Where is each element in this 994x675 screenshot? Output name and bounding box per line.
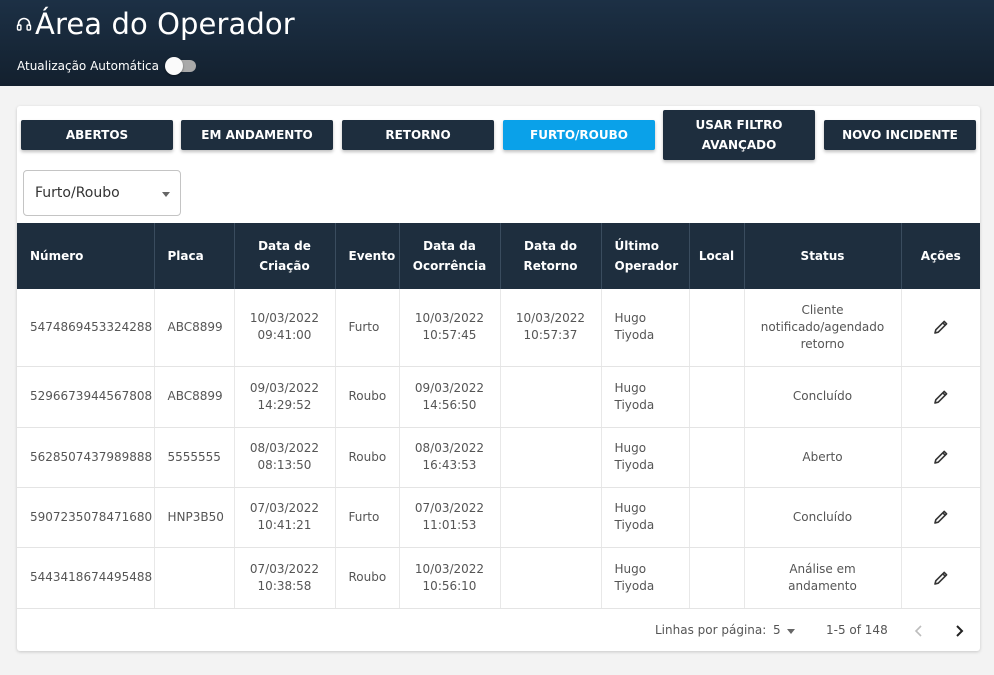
column-header-evento[interactable]: Evento [335, 223, 400, 289]
auto-update-control: Atualização Automática [17, 56, 197, 76]
cell-hora-criacao: 10:38:58 [257, 578, 312, 593]
pencil-icon [933, 320, 948, 335]
column-header-data-retorno[interactable]: Data do Retorno [500, 223, 602, 289]
chevron-right-icon[interactable] [950, 622, 968, 640]
filter-button-abertos[interactable]: ABERTOS [21, 120, 173, 150]
cell-status: Concluído [792, 389, 853, 403]
cell-data-retorno: 10/03/2022 [515, 311, 586, 326]
cell-evento: Roubo [348, 449, 387, 464]
edit-button[interactable] [932, 510, 950, 524]
column-header-data-ocorrencia[interactable]: Data da Ocorrência [399, 223, 501, 289]
filter-button-em-andamento[interactable]: EM ANDAMENTO [181, 120, 333, 150]
cell-operador: Hugo Tiyoda [614, 501, 655, 532]
dropdown-arrow-icon[interactable] [787, 629, 795, 634]
cell-numero: 5443418674495488 [30, 570, 153, 584]
page-title: Área do Operador [35, 7, 295, 41]
edit-button[interactable] [932, 570, 950, 585]
chevron-left-icon[interactable] [910, 622, 928, 640]
cell-hora-ocorrencia: 10:57:45 [422, 328, 477, 343]
column-header-data-criacao[interactable]: Data de Criação [234, 223, 336, 289]
cell-placa: 5555555 [167, 449, 221, 464]
cell-hora-retorno: 10:57:37 [523, 328, 578, 343]
cell-data-criacao: 07/03/2022 [249, 501, 320, 515]
cell-evento: Furto [348, 509, 380, 524]
filter-button-furto-roubo[interactable]: FURTO/ROUBO [503, 120, 655, 150]
cell-data-ocorrencia: 08/03/2022 [414, 441, 485, 455]
cell-data-ocorrencia: 10/03/2022 [414, 311, 485, 326]
cell-numero: 5628507437989888 [30, 449, 153, 464]
cell-data-criacao: 07/03/2022 [249, 561, 320, 576]
cell-hora-ocorrencia: 10:56:10 [422, 578, 477, 593]
cell-hora-criacao: 10:41:21 [257, 518, 312, 532]
dropdown-arrow-icon [162, 192, 170, 197]
cell-status: Aberto [802, 449, 843, 464]
cell-placa: ABC8899 [167, 319, 223, 334]
table-pagination: Linhas por página: 5 1-5 of 148 [17, 610, 980, 651]
new-incident-button[interactable]: NOVO INCIDENTE [824, 120, 976, 150]
cell-operador: Hugo Tiyoda [614, 561, 655, 593]
cell-numero: 5474869453324288 [30, 319, 153, 334]
column-header-placa[interactable]: Placa [154, 223, 235, 289]
cell-numero: 5907235078471680 [30, 509, 153, 524]
column-header-acoes: Ações [920, 249, 961, 263]
page-range: 1-5 of 148 [826, 623, 888, 637]
auto-update-toggle[interactable] [164, 56, 197, 76]
cell-data-criacao: 08/03/2022 [249, 441, 320, 455]
incidents-card: ABERTOS EM ANDAMENTO RETORNO FURTO/ROUBO… [17, 106, 980, 651]
cell-operador: Hugo Tiyoda [614, 441, 655, 472]
event-type-select[interactable]: Furto/Roubo [23, 170, 181, 216]
pencil-icon [933, 510, 948, 524]
edit-button[interactable] [932, 320, 950, 335]
cell-data-ocorrencia: 09/03/2022 [414, 380, 485, 395]
cell-numero: 5296673944567808 [30, 389, 153, 403]
filter-button-retorno[interactable]: RETORNO [342, 120, 494, 150]
cell-data-ocorrencia: 07/03/2022 [414, 501, 485, 515]
cell-data-criacao: 10/03/2022 [249, 311, 320, 326]
column-header-local[interactable]: Local [689, 223, 745, 289]
edit-button[interactable] [932, 389, 950, 404]
table-row[interactable]: 5474869453324288 ABC8899 10/03/2022 09:41:0… [17, 289, 980, 367]
cell-status: Concluído [792, 509, 853, 524]
event-type-value: Furto/Roubo [35, 185, 120, 201]
edit-button[interactable] [932, 450, 950, 464]
pencil-icon [933, 390, 948, 404]
headset-icon [16, 17, 32, 31]
cell-evento: Roubo [348, 389, 387, 403]
cell-operador: Hugo Tiyoda [614, 380, 655, 412]
cell-operador: Hugo Tiyoda [614, 311, 655, 343]
table-row[interactable]: 5907235078471680 HNP3B50 07/03/2022 10:41:2… [17, 487, 980, 548]
cell-hora-ocorrencia: 16:43:53 [422, 458, 477, 472]
cell-hora-criacao: 14:29:52 [257, 397, 312, 412]
incidents-table: Número Placa Data de Criação Evento Data… [17, 223, 980, 609]
table-row[interactable]: 5296673944567808 ABC8899 09/03/2022 14:29:5… [17, 366, 980, 428]
cell-hora-criacao: 09:41:00 [257, 328, 312, 343]
rows-per-page-select[interactable]: 5 [773, 623, 781, 637]
cell-hora-criacao: 08:13:50 [257, 458, 312, 472]
column-header-ultimo-operador[interactable]: Último Operador [601, 223, 690, 289]
cell-data-criacao: 09/03/2022 [249, 380, 320, 395]
cell-evento: Furto [348, 319, 380, 334]
cell-data-ocorrencia: 10/03/2022 [414, 561, 485, 576]
table-row[interactable]: 5628507437989888 5555555 08/03/2022 08:13:5… [17, 427, 980, 488]
auto-update-label: Atualização Automática [17, 59, 159, 73]
title-row: Área do Operador [16, 6, 295, 42]
rows-per-page-label: Linhas por página: [655, 623, 767, 637]
cell-status: Cliente notificado/agendado retorno [760, 302, 885, 351]
column-header-status[interactable]: Status [744, 223, 902, 289]
cell-hora-ocorrencia: 14:56:50 [422, 397, 477, 412]
advanced-filter-button[interactable]: USAR FILTRO AVANÇADO [663, 110, 815, 160]
cell-evento: Roubo [348, 570, 387, 584]
pencil-icon [933, 450, 948, 464]
cell-status: Análise em andamento [788, 561, 857, 593]
toggle-thumb [164, 57, 183, 75]
cell-placa: HNP3B50 [167, 509, 224, 524]
column-header-numero[interactable]: Número [17, 223, 155, 289]
cell-placa: ABC8899 [167, 389, 223, 403]
app-header: Área do Operador Atualização Automática [0, 0, 994, 86]
pencil-icon [933, 571, 948, 585]
cell-hora-ocorrencia: 11:01:53 [422, 518, 477, 532]
table-header-row: Número Placa Data de Criação Evento Data… [17, 223, 980, 289]
table-row[interactable]: 5443418674495488 07/03/2022 10:38:58 Roubo 1… [17, 547, 980, 609]
